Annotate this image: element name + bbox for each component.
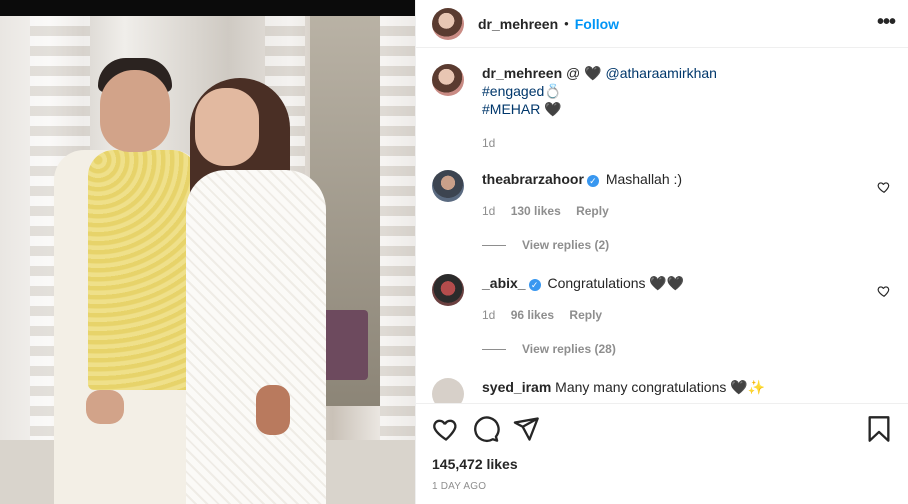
comment-item: theabrarzahoor ✓ Mashallah :) 1d 130 like… (432, 170, 893, 252)
view-replies-button[interactable]: View replies (28) (482, 342, 684, 356)
comment-time[interactable]: 1d (482, 204, 495, 218)
caption-hashtag-mehar[interactable]: #MEHAR (482, 101, 540, 117)
comment-bubble-icon[interactable] (472, 415, 500, 443)
share-send-icon[interactable] (512, 415, 540, 443)
post-timestamp[interactable]: 1 DAY AGO (432, 481, 893, 492)
comments-section[interactable]: dr_mehreen @ 🖤 @atharaamirkhan #engaged💍… (416, 48, 908, 403)
verified-badge-icon: ✓ (586, 175, 599, 187)
comment-likes[interactable]: 130 likes (511, 204, 561, 218)
more-options-icon[interactable]: ••• (877, 11, 896, 34)
comment-text: Congratulations 🖤🖤 (547, 275, 685, 291)
verified-badge-icon: ✓ (528, 279, 541, 291)
man-vest (88, 150, 198, 390)
caption-text: @ 🖤 (566, 65, 606, 81)
like-comment-heart-icon[interactable] (877, 180, 891, 194)
follow-button[interactable]: Follow (575, 16, 619, 32)
comment-likes[interactable]: 96 likes (511, 308, 554, 322)
post-header: dr_mehreen • Follow ••• (416, 0, 908, 48)
post-actions: 145,472 likes 1 DAY AGO (416, 403, 908, 504)
post-sidebar: dr_mehreen • Follow ••• dr_mehreen @ 🖤 @… (415, 0, 908, 504)
man-hand (86, 390, 124, 424)
comment-avatar[interactable] (432, 378, 464, 403)
separator-dot: • (564, 16, 569, 31)
comment-text: Mashallah :) (605, 171, 683, 187)
caption-time[interactable]: 1d (482, 134, 717, 152)
reply-button[interactable]: Reply (576, 204, 609, 218)
caption-mention[interactable]: @atharaamirkhan (605, 65, 717, 81)
post-caption: dr_mehreen @ 🖤 @atharaamirkhan #engaged💍… (432, 64, 893, 152)
post-photo[interactable] (0, 0, 415, 504)
like-comment-heart-icon[interactable] (877, 284, 891, 298)
comment-avatar[interactable] (432, 170, 464, 202)
replies-divider (482, 348, 506, 350)
caption-heart: 🖤 (540, 101, 562, 117)
comment-item: syed_iram Many many congratulations 🖤✨ (432, 378, 893, 403)
comment-item: _abix_ ✓ Congratulations 🖤🖤 1d 96 likes R… (432, 274, 893, 356)
comment-username[interactable]: syed_iram (482, 379, 551, 395)
view-replies-label: View replies (2) (522, 238, 610, 252)
avatar[interactable] (432, 7, 464, 40)
save-bookmark-icon[interactable] (865, 415, 893, 443)
caption-avatar[interactable] (432, 64, 464, 96)
replies-divider (482, 244, 506, 246)
caption-hashtag-engaged[interactable]: #engaged💍 (482, 83, 562, 99)
woman-face (195, 88, 259, 166)
view-replies-label: View replies (28) (522, 342, 616, 356)
wall-panel-far (380, 16, 415, 504)
comment-text: Many many congratulations 🖤✨ (555, 379, 766, 395)
likes-count[interactable]: 145,472 likes (432, 456, 893, 472)
reply-button[interactable]: Reply (569, 308, 602, 322)
comment-username[interactable]: _abix_ (482, 275, 526, 291)
woman-hand (256, 385, 290, 435)
woman-figure (186, 170, 326, 504)
caption-username[interactable]: dr_mehreen (482, 65, 562, 81)
view-replies-button[interactable]: View replies (2) (482, 238, 682, 252)
man-face (100, 70, 170, 152)
post-author-username[interactable]: dr_mehreen (478, 16, 558, 32)
comment-time[interactable]: 1d (482, 308, 495, 322)
like-heart-icon[interactable] (432, 415, 460, 443)
comment-avatar[interactable] (432, 274, 464, 306)
photo-top-bar (0, 0, 415, 16)
comment-username[interactable]: theabrarzahoor (482, 171, 584, 187)
